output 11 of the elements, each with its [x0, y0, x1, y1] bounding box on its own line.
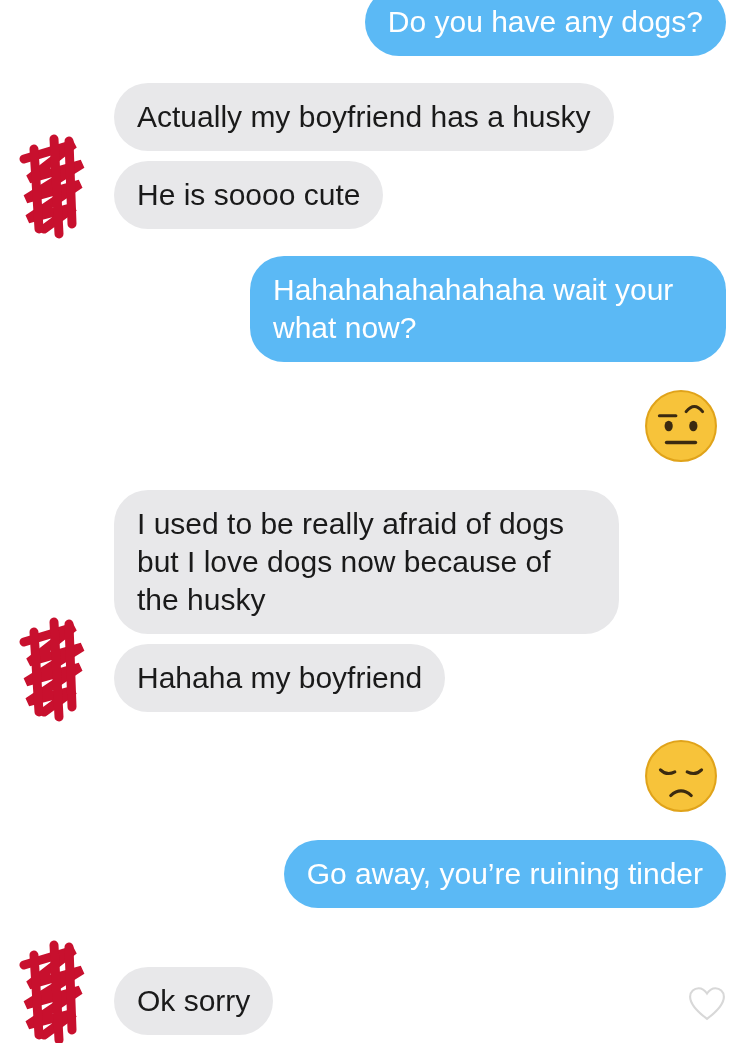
heart-icon[interactable]: [688, 986, 726, 1021]
message-bubble: Go away, you’re ruining tinder: [283, 840, 726, 908]
emoji-face-icon: [644, 389, 718, 463]
message-bubble: Do you have any dogs?: [364, 0, 726, 56]
message-bubble: Hahahahahahahaha wait your what now?: [250, 256, 726, 362]
emoji-face-icon: [644, 739, 718, 813]
message-bubble: Hahaha my boyfriend: [114, 644, 446, 712]
message-bubble: He is soooo cute: [114, 161, 384, 229]
message-bubble: I used to be really afraid of dogs but I love dogs now because of the husky: [114, 490, 619, 634]
message-bubble: Actually my boyfriend has a husky: [114, 83, 614, 151]
message-bubble: Ok sorry: [114, 967, 274, 1035]
